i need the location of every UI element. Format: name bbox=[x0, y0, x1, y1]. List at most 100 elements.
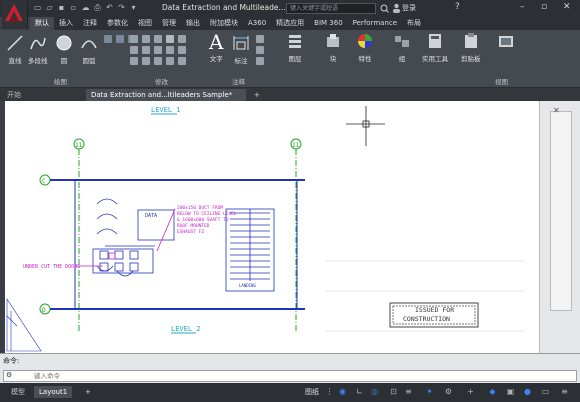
trim-tool-icon[interactable] bbox=[154, 35, 162, 43]
rect-tool-icon[interactable] bbox=[104, 35, 112, 43]
utilities-tool[interactable]: 实用工具 bbox=[422, 32, 448, 63]
active-drawing-tab[interactable]: Data Extraction and...ltileaders Sample* bbox=[86, 89, 246, 101]
view-panel-label[interactable]: 视图 bbox=[495, 76, 508, 86]
maximize-button[interactable]: ▫ bbox=[541, 2, 547, 12]
chamfer-tool-icon[interactable] bbox=[178, 57, 186, 65]
modify-panel-label[interactable]: 修改 bbox=[155, 76, 168, 86]
ribbon-tab-4[interactable]: 视图 bbox=[133, 17, 157, 30]
ribbon-tab-10[interactable]: BIM 360 bbox=[309, 17, 348, 30]
view-tool[interactable] bbox=[497, 32, 515, 53]
room-data-label: DATA bbox=[145, 213, 157, 219]
command-input[interactable]: 键入命令 bbox=[3, 370, 577, 382]
stretch-tool-icon[interactable] bbox=[154, 46, 162, 54]
layout1-tab[interactable]: Layout1 bbox=[34, 386, 73, 398]
draw-panel-label[interactable]: 绘图 bbox=[54, 76, 67, 86]
hatch-tool-icon[interactable] bbox=[116, 35, 124, 43]
add-layout-button[interactable]: + bbox=[80, 386, 96, 398]
open-file-icon[interactable]: ▱ bbox=[45, 3, 54, 12]
dimension-icon bbox=[233, 36, 249, 50]
close-nav-icon[interactable]: ✕ bbox=[553, 106, 560, 115]
circle-tool[interactable]: 圆 bbox=[55, 34, 73, 65]
ribbon-tab-5[interactable]: 管理 bbox=[157, 17, 181, 30]
new-tab-button[interactable]: + bbox=[249, 89, 265, 101]
login-button[interactable]: 登录 bbox=[402, 3, 416, 13]
ribbon-tab-8[interactable]: A360 bbox=[243, 17, 271, 30]
share-icon[interactable]: ☁ bbox=[81, 3, 90, 12]
ribbon-tab-11[interactable]: Performance bbox=[348, 17, 402, 30]
save-icon[interactable]: ▪ bbox=[57, 3, 66, 12]
ribbon-tab-6[interactable]: 输出 bbox=[181, 17, 205, 30]
leader-tool-icon[interactable] bbox=[256, 35, 264, 43]
lineweight-icon[interactable]: ≡ bbox=[404, 387, 413, 397]
customize-menu-icon[interactable]: ≡ bbox=[560, 387, 569, 397]
block-tool[interactable]: 块 bbox=[324, 32, 342, 63]
search-input[interactable]: 键入关键字或短语 bbox=[286, 3, 376, 14]
erase-tool-icon[interactable] bbox=[166, 35, 174, 43]
layer-tool[interactable]: 图层 bbox=[286, 32, 304, 63]
ribbon-tab-12[interactable]: 布局 bbox=[402, 17, 426, 30]
utilities-icon bbox=[429, 34, 441, 48]
move-tool-icon[interactable] bbox=[130, 35, 138, 43]
help-icon[interactable]: ? bbox=[455, 2, 460, 12]
grid-display-icon[interactable]: ⋮ bbox=[325, 387, 334, 397]
ribbon-tab-1[interactable]: 插入 bbox=[54, 17, 78, 30]
ribbon-tab-0[interactable]: 默认 bbox=[30, 17, 54, 30]
array-tool-icon[interactable] bbox=[178, 46, 186, 54]
model-tab[interactable]: 模型 bbox=[6, 386, 30, 398]
copy-tool-icon[interactable] bbox=[178, 35, 186, 43]
duct-annotation: 200x150 DUCT FROM BELOW TO CEILING LEVEL &… bbox=[177, 205, 237, 235]
table-tool-icon[interactable] bbox=[256, 46, 264, 54]
arc-tool[interactable]: 圆弧 bbox=[80, 34, 98, 65]
properties-tool[interactable]: 特性 bbox=[356, 32, 374, 63]
close-button[interactable]: ✕ bbox=[563, 2, 571, 12]
minimize-button[interactable]: – bbox=[520, 2, 525, 12]
app-menu-button[interactable] bbox=[2, 1, 28, 29]
fillet-tool-icon[interactable] bbox=[142, 46, 150, 54]
text-tool[interactable]: A 文字 bbox=[209, 32, 223, 63]
ortho-icon[interactable]: ∟ bbox=[355, 387, 364, 397]
object-snap-icon[interactable]: ⊡ bbox=[389, 387, 398, 397]
group-tool[interactable]: 组 bbox=[393, 32, 411, 63]
drawing-canvas[interactable]: LEVEL 1 11 11 C D DATA 200x150 DUCT FROM… bbox=[5, 101, 539, 353]
save-as-icon[interactable]: ▫ bbox=[69, 3, 78, 12]
snap-mode-icon[interactable]: ◉ bbox=[338, 387, 347, 397]
ribbon-tab-3[interactable]: 参数化 bbox=[102, 17, 133, 30]
polar-tracking-icon[interactable]: ◎ bbox=[370, 387, 379, 397]
grid-bubble-D: D bbox=[39, 303, 51, 315]
annotation-panel-label[interactable]: 注释 bbox=[232, 76, 245, 86]
print-icon[interactable]: ⎙ bbox=[93, 3, 102, 12]
more-icon[interactable]: ▾ bbox=[129, 3, 138, 12]
ribbon-tab-7[interactable]: 附加模块 bbox=[205, 17, 243, 30]
workspace-gear-icon[interactable]: ⚙ bbox=[444, 387, 453, 397]
plus-icon[interactable]: + bbox=[466, 387, 475, 397]
markup-tool-icon[interactable] bbox=[256, 57, 264, 65]
dimension-tool[interactable]: 标注 bbox=[232, 34, 250, 65]
undo-icon[interactable]: ↶ bbox=[105, 3, 114, 12]
new-file-icon[interactable]: ▭ bbox=[33, 3, 42, 12]
scale-tool-icon[interactable] bbox=[166, 46, 174, 54]
polyline-tool[interactable]: 多段线 bbox=[28, 34, 48, 65]
wrench-icon[interactable]: ⚙ bbox=[6, 371, 12, 379]
clean-screen-icon[interactable]: ● bbox=[523, 387, 532, 397]
annotation-scale-icon[interactable]: ✶ bbox=[425, 387, 434, 397]
fullscreen-icon[interactable]: ▭ bbox=[541, 387, 550, 397]
clipboard-tool[interactable]: 剪贴板 bbox=[461, 32, 481, 63]
line-tool[interactable]: 直线 bbox=[6, 34, 24, 65]
explode-tool-icon[interactable] bbox=[130, 57, 138, 65]
hardware-accel-icon[interactable]: ▣ bbox=[506, 387, 515, 397]
isolate-icon[interactable]: ◆ bbox=[488, 387, 497, 397]
start-tab[interactable]: 开始 bbox=[2, 89, 26, 101]
ribbon: 直线 多段线 圆 圆弧 A 文字 标注 图层 块 特性 组 实用工具 剪贴板 绘… bbox=[0, 30, 580, 88]
join-tool-icon[interactable] bbox=[154, 57, 162, 65]
redo-icon[interactable]: ↷ bbox=[117, 3, 126, 12]
navigation-bar[interactable] bbox=[550, 111, 572, 311]
mirror-tool-icon[interactable] bbox=[130, 46, 138, 54]
rotate-tool-icon[interactable] bbox=[142, 35, 150, 43]
ribbon-tabs: 默认 插入 注释 参数化 视图 管理 输出 附加模块 A360 精选应用 BIM 360 Perfor… bbox=[30, 17, 580, 30]
search-icon[interactable] bbox=[380, 4, 389, 13]
offset-tool-icon[interactable] bbox=[142, 57, 150, 65]
paper-space-button[interactable]: 图纸 bbox=[300, 386, 324, 398]
break-tool-icon[interactable] bbox=[166, 57, 174, 65]
ribbon-tab-9[interactable]: 精选应用 bbox=[271, 17, 309, 30]
ribbon-tab-2[interactable]: 注释 bbox=[78, 17, 102, 30]
